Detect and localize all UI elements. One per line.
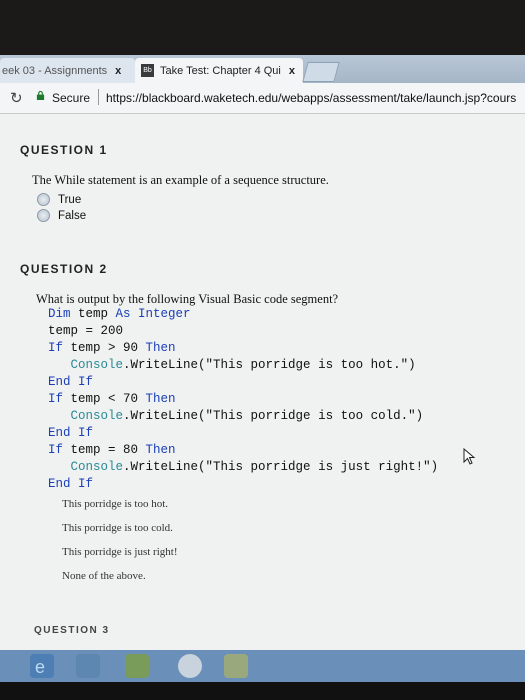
question-1-title: QUESTION 1: [20, 143, 108, 157]
new-tab-button[interactable]: [302, 62, 340, 82]
option-label: True: [58, 193, 82, 206]
tab-label: Take Test: Chapter 4 Qui: [160, 64, 281, 77]
tab-bar: eek 03 - Assignments x Bb Take Test: Cha…: [0, 55, 525, 83]
option-false[interactable]: False: [37, 209, 86, 222]
code-token: If: [48, 341, 64, 355]
url-field[interactable]: https://blackboard.waketech.edu/webapps/…: [106, 91, 516, 105]
code-token: Console: [70, 460, 124, 474]
tab-assignments[interactable]: eek 03 - Assignments x: [0, 58, 135, 83]
question-2-title: QUESTION 2: [20, 262, 108, 276]
code-token: Dim: [48, 307, 71, 321]
code-token: .WriteLine("This porridge is too hot."): [123, 358, 416, 372]
code-token: Then: [145, 443, 176, 457]
question-3-header: QUESTION 3: [0, 614, 525, 644]
address-bar: ↻ Secure https://blackboard.waketech.edu…: [0, 83, 525, 114]
code-token: End If: [48, 477, 94, 491]
lock-icon: [36, 91, 45, 100]
monitor-bezel: [0, 682, 525, 700]
radio-button[interactable]: [37, 209, 50, 222]
code-token: temp < 70: [63, 392, 146, 406]
question-1-text: The While statement is an example of a s…: [32, 173, 329, 187]
code-token: temp = 200: [48, 324, 124, 338]
code-token: temp = 80: [63, 443, 146, 457]
secure-label: Secure: [52, 91, 91, 105]
answer-option-none[interactable]: None of the above.: [62, 570, 146, 582]
store-icon[interactable]: [125, 654, 149, 678]
taskbar: e: [0, 650, 525, 682]
code-token: Then: [145, 341, 176, 355]
answer-option-too-hot[interactable]: This porridge is too hot.: [62, 498, 168, 510]
code-token: As Integer: [115, 307, 191, 321]
code-token: temp: [70, 307, 116, 321]
internet-explorer-icon[interactable]: e: [30, 654, 54, 678]
mouse-cursor-icon: [463, 448, 476, 465]
code-token: .WriteLine("This porridge is just right!…: [123, 460, 439, 474]
question-1-header: QUESTION 1: [0, 132, 525, 162]
code-token: Console: [70, 409, 124, 423]
code-token: End If: [48, 426, 94, 440]
code-token: Then: [145, 392, 176, 406]
code-segment: Dim temp As Integer temp = 200 If temp >…: [48, 306, 438, 493]
code-token: If: [48, 392, 64, 406]
svg-text:e: e: [35, 657, 45, 677]
code-token: If: [48, 443, 64, 457]
reload-icon[interactable]: ↻: [10, 89, 23, 107]
app-icon[interactable]: [224, 654, 248, 678]
option-true[interactable]: True: [37, 193, 81, 206]
tab-close-icon[interactable]: x: [289, 65, 295, 77]
code-token: End If: [48, 375, 94, 389]
question-3-title: QUESTION 3: [34, 625, 110, 636]
address-separator: [98, 89, 99, 105]
blackboard-favicon-icon: Bb: [141, 64, 154, 77]
answer-option-just-right[interactable]: This porridge is just right!: [62, 546, 178, 558]
tab-label: eek 03 - Assignments: [2, 64, 108, 77]
question-2-text: What is output by the following Visual B…: [36, 292, 339, 306]
radio-button[interactable]: [37, 193, 50, 206]
chrome-icon[interactable]: [178, 654, 202, 678]
code-token: Console: [70, 358, 124, 372]
test-page: QUESTION 1 The While statement is an exa…: [0, 114, 525, 650]
tab-take-test[interactable]: Bb Take Test: Chapter 4 Qui x: [135, 58, 303, 83]
code-token: .WriteLine("This porridge is too cold."): [123, 409, 424, 423]
question-2-header: QUESTION 2: [0, 251, 525, 281]
answer-option-too-cold[interactable]: This porridge is too cold.: [62, 522, 173, 534]
code-token: temp > 90: [63, 341, 146, 355]
folder-icon[interactable]: [76, 654, 100, 678]
tab-close-icon[interactable]: x: [115, 65, 121, 77]
option-label: False: [58, 209, 87, 222]
